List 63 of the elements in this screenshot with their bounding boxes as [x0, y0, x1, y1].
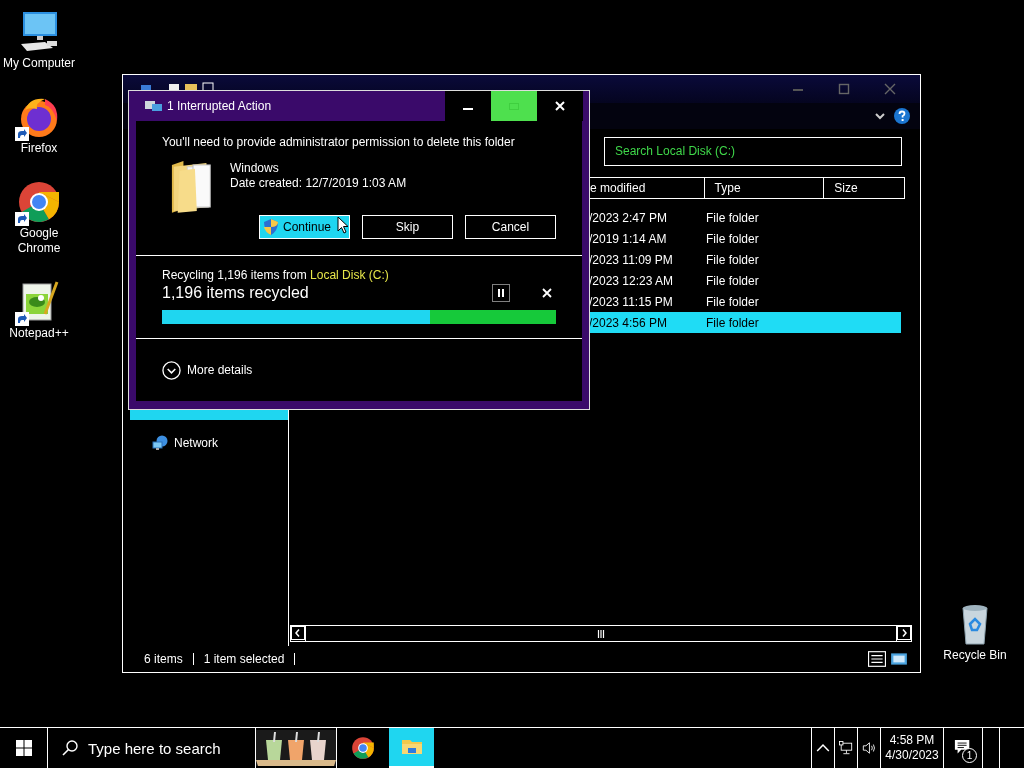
network-icon: [839, 741, 853, 755]
scroll-left-icon[interactable]: [291, 626, 305, 640]
desktop-shortcut[interactable]: Notepad++: [0, 278, 78, 341]
taskbar-app[interactable]: [255, 728, 337, 768]
column-header[interactable]: Type: [704, 178, 825, 198]
icon-label: My Computer: [2, 56, 76, 71]
details-view-icon[interactable]: [868, 651, 886, 667]
close-icon[interactable]: [884, 83, 896, 95]
taskbar-search-box[interactable]: Type here to search: [48, 728, 255, 768]
expand-icon: [162, 360, 181, 380]
desktop-shortcut[interactable]: Firefox: [0, 93, 78, 156]
icon-label: Recycle Bin: [942, 648, 1008, 663]
dialog-button[interactable]: Skip: [362, 215, 453, 239]
file-row[interactable]: /2023 11:15 PM File folder: [589, 291, 901, 312]
grip-icon: [597, 629, 605, 638]
folder-name: Windows: [230, 161, 280, 176]
status-text: 6 items: [144, 652, 183, 666]
search-field[interactable]: Search Local Disk (C:): [604, 136, 902, 166]
status-text: 1 item selected: [203, 652, 285, 666]
desktop-shortcut[interactable]: My Computer: [0, 8, 78, 71]
windows-logo-icon: [15, 740, 32, 756]
mouse-pointer-icon: [337, 216, 349, 234]
more-details-toggle[interactable]: More details: [162, 360, 253, 380]
scrollbar-thumb[interactable]: [305, 626, 897, 641]
action-center-button[interactable]: 1: [943, 728, 983, 768]
maximize-icon[interactable]: [838, 83, 850, 95]
folder-date: Date created: 12/7/2019 1:03 AM: [230, 176, 407, 191]
help-icon[interactable]: [894, 108, 910, 124]
close-button[interactable]: [537, 91, 583, 121]
shield-icon: [264, 219, 278, 235]
speaker-icon: [862, 741, 876, 755]
close-icon: [554, 100, 566, 112]
minimize-icon: [463, 108, 473, 110]
dialog-title: 1 Interrupted Action: [167, 99, 272, 113]
progress-status: 1,196 items recycled: [162, 284, 309, 302]
continue-button[interactable]: Continue: [259, 215, 350, 239]
progress-source-text: Recycling 1,196 items from Local Disk (C:): [162, 268, 390, 282]
file-row[interactable]: /2023 4:56 PM File folder: [589, 312, 901, 333]
search-icon: [62, 740, 78, 756]
network-icon: [152, 435, 168, 451]
chevron-down-icon[interactable]: [874, 110, 886, 122]
icon-label: Google Chrome: [16, 226, 62, 256]
file-row[interactable]: /2019 1:14 AM File folder: [589, 228, 901, 249]
dialog-message: You'll need to provide administrator permission to delete this folder: [162, 135, 516, 149]
icon-label: Firefox: [19, 141, 59, 156]
icon-label: Notepad++: [8, 326, 70, 341]
file-row[interactable]: /2023 2:47 PM File folder: [589, 207, 901, 228]
drinks-icon: [256, 729, 336, 767]
file-row[interactable]: /2023 11:09 PM File folder: [589, 249, 901, 270]
tiles-view-icon[interactable]: [890, 651, 908, 667]
dialog-button[interactable]: Cancel: [465, 215, 556, 239]
column-header[interactable]: Size: [824, 178, 904, 198]
sidebar-item[interactable]: Network: [130, 436, 288, 450]
desktop-shortcut[interactable]: Google Chrome: [0, 178, 78, 256]
transfer-icon: [145, 100, 163, 112]
cancel-icon[interactable]: [542, 288, 552, 298]
scroll-right-icon[interactable]: [897, 626, 911, 640]
file-row[interactable]: /2023 12:23 AM File folder: [589, 270, 901, 291]
desktop-shortcut[interactable]: Recycle Bin: [936, 600, 1014, 663]
pause-button[interactable]: [492, 284, 510, 302]
chrome-icon: [350, 735, 376, 761]
notification-count: 1: [962, 748, 977, 763]
clock[interactable]: 4:58 PM 4/30/2023: [880, 728, 943, 768]
